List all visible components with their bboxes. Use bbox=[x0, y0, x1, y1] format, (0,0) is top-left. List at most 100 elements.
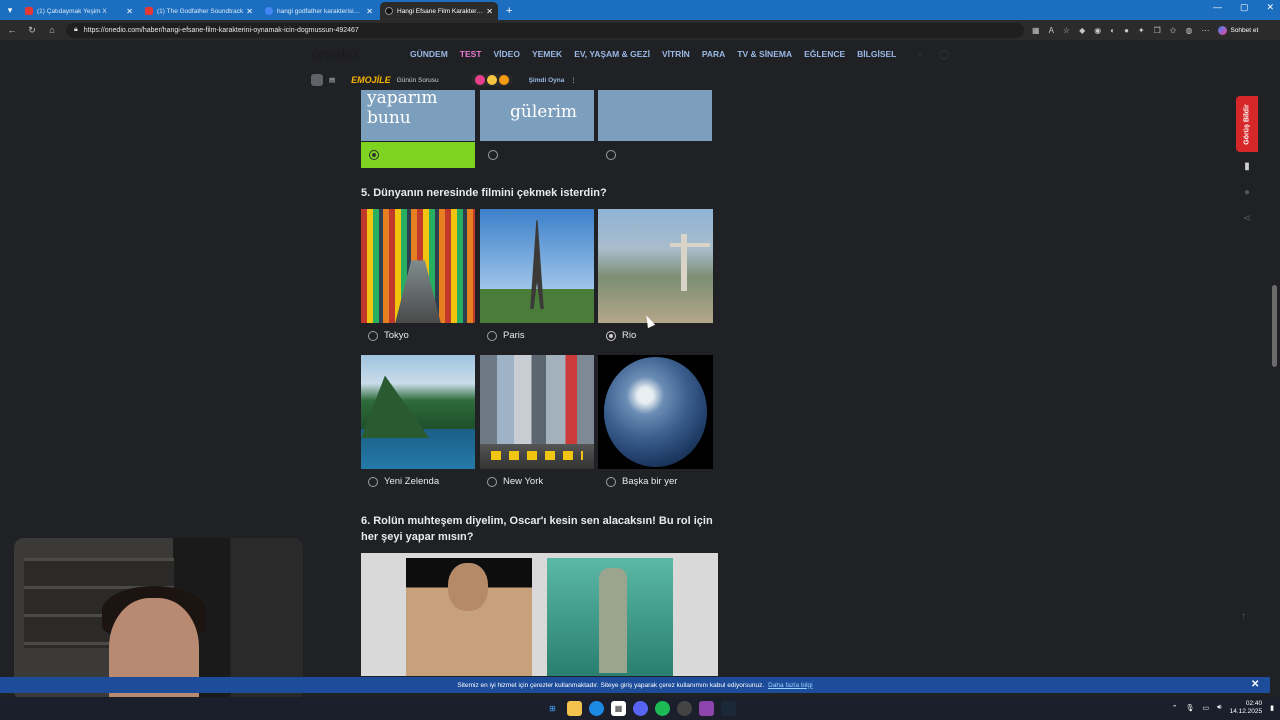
network-icon[interactable]: ▭ bbox=[1203, 704, 1210, 712]
extension-icon[interactable]: ◐ bbox=[1110, 26, 1115, 35]
prev-option-image[interactable] bbox=[598, 90, 712, 141]
option-rio[interactable]: Rio bbox=[606, 330, 636, 341]
apps-grid-icon[interactable] bbox=[311, 74, 323, 86]
favorites-icon[interactable]: ✩ bbox=[1170, 26, 1177, 35]
close-tab-icon[interactable]: ✕ bbox=[366, 7, 373, 16]
page-scrollbar[interactable] bbox=[1272, 285, 1277, 367]
daily-question-label[interactable]: Günün Sorusu bbox=[397, 77, 439, 84]
browser-tab-3[interactable]: hangi godfather karakterisin - Goo ✕ bbox=[260, 2, 378, 20]
prev-option-image[interactable]: yaparım bunu bbox=[361, 90, 475, 141]
share-icon[interactable]: ⋖ bbox=[1241, 213, 1253, 225]
radio[interactable] bbox=[487, 476, 497, 487]
radio-checked[interactable] bbox=[606, 330, 616, 341]
more-menu-icon[interactable]: ⋯ bbox=[1201, 26, 1209, 35]
windows-start-icon[interactable]: ⊞ bbox=[545, 701, 560, 716]
radio[interactable] bbox=[606, 476, 616, 487]
menu-item-video[interactable]: VİDEO bbox=[494, 49, 520, 59]
extension-icon[interactable]: ◆ bbox=[1079, 26, 1085, 35]
close-tab-icon[interactable]: ✕ bbox=[126, 7, 133, 16]
close-cookie-icon[interactable]: ✕ bbox=[1251, 679, 1259, 690]
clock[interactable]: 02:40 14.12.2025 bbox=[1230, 700, 1263, 716]
app-grid-icon[interactable]: ▦ bbox=[1032, 26, 1040, 35]
option-image-paris[interactable] bbox=[480, 209, 594, 323]
file-explorer-icon[interactable] bbox=[567, 701, 582, 716]
calculator-icon[interactable]: ▦ bbox=[611, 701, 626, 716]
collections-icon[interactable]: ❐ bbox=[1154, 26, 1161, 35]
option-paris[interactable]: Paris bbox=[487, 330, 525, 341]
more-dots-icon[interactable]: ⋮ bbox=[570, 76, 577, 84]
edge-browser-icon[interactable] bbox=[589, 701, 604, 716]
prev-option[interactable] bbox=[598, 142, 712, 168]
option-image-new-york[interactable] bbox=[480, 355, 594, 469]
new-tab-button[interactable]: + bbox=[500, 2, 518, 20]
puzzle-icon[interactable]: ✦ bbox=[1138, 26, 1145, 35]
home-icon[interactable]: ⌂ bbox=[46, 25, 58, 35]
option-image-new-zealand[interactable] bbox=[361, 355, 475, 469]
option-image-tokyo[interactable] bbox=[361, 209, 475, 323]
menu-item-vitrin[interactable]: VİTRİN bbox=[662, 49, 690, 59]
menu-item-bilgisel[interactable]: BİLGİSEL bbox=[857, 49, 896, 59]
notification-icon[interactable]: ▮ bbox=[1270, 704, 1274, 712]
search-icon[interactable]: ⌕ bbox=[918, 49, 923, 60]
option-new-zealand[interactable]: Yeni Zelenda bbox=[368, 476, 439, 487]
favorite-star-icon[interactable]: ☆ bbox=[1063, 26, 1070, 35]
prev-option-image[interactable]: gülerim bbox=[480, 90, 594, 141]
back-icon[interactable]: ← bbox=[6, 25, 18, 35]
bookmark-icon[interactable]: ▮ bbox=[1241, 161, 1253, 173]
menu-item-eglence[interactable]: EĞLENCE bbox=[804, 49, 845, 59]
extension-icon[interactable]: ◉ bbox=[1094, 26, 1101, 35]
copilot-chat-button[interactable]: Sohbet et bbox=[1218, 25, 1258, 35]
cookie-more-link[interactable]: Daha fazla bilgi bbox=[768, 682, 812, 689]
menu-item-yemek[interactable]: YEMEK bbox=[532, 49, 562, 59]
games-icon[interactable]: ▤ bbox=[329, 76, 335, 84]
option-image-rio[interactable] bbox=[598, 209, 713, 323]
tab-actions-icon[interactable]: ▾ bbox=[0, 0, 20, 20]
menu-item-tv-sinema[interactable]: TV & SİNEMA bbox=[737, 49, 792, 59]
radio[interactable] bbox=[368, 476, 378, 487]
user-icon[interactable]: ◯ bbox=[939, 49, 949, 60]
spotify-icon[interactable] bbox=[655, 701, 670, 716]
menu-item-para[interactable]: PARA bbox=[702, 49, 725, 59]
menu-item-ev-yasam-gezi[interactable]: EV, YAŞAM & GEZİ bbox=[574, 49, 650, 59]
microphone-icon[interactable]: 🎙︎ bbox=[1186, 704, 1195, 712]
option-new-york[interactable]: New York bbox=[487, 476, 543, 487]
app-icon[interactable] bbox=[677, 701, 692, 716]
url-field[interactable]: 🔒︎ https://onedio.com/haber/hangi-efsane… bbox=[66, 22, 1024, 38]
browser-tab-2[interactable]: (1) The Godfather Soundtrack ✕ bbox=[140, 2, 258, 20]
option-image-earth[interactable] bbox=[598, 355, 713, 469]
site-logo[interactable]: onedio bbox=[311, 46, 358, 63]
radio-checked[interactable] bbox=[369, 150, 379, 160]
browser-tab-4-active[interactable]: Hangi Efsane Film Karakterini Oyn ✕ bbox=[380, 2, 498, 20]
question-6-image[interactable] bbox=[361, 553, 718, 676]
radio[interactable] bbox=[487, 330, 497, 341]
minimize-icon[interactable]: — bbox=[1213, 2, 1222, 13]
refresh-icon[interactable]: ↻ bbox=[26, 25, 38, 36]
extension-icon[interactable]: ● bbox=[1124, 26, 1129, 35]
volume-icon[interactable]: 🔊︎ bbox=[1217, 704, 1221, 712]
maximize-icon[interactable]: ▢ bbox=[1240, 2, 1249, 13]
scroll-to-top-icon[interactable]: ↑ bbox=[1241, 611, 1246, 622]
menu-item-test[interactable]: TEST bbox=[460, 49, 482, 59]
close-window-icon[interactable]: ✕ bbox=[1266, 2, 1274, 13]
play-now-link[interactable]: Şimdi Oyna bbox=[529, 77, 565, 84]
steam-icon[interactable] bbox=[721, 701, 736, 716]
read-aloud-icon[interactable]: A bbox=[1049, 26, 1054, 35]
emojile-logo[interactable]: EMOJİLE bbox=[351, 75, 391, 85]
option-somewhere-else[interactable]: Başka bir yer bbox=[606, 476, 677, 487]
discord-icon[interactable] bbox=[633, 701, 648, 716]
menu-item-gundem[interactable]: GÜNDEM bbox=[410, 49, 448, 59]
prev-option-selected[interactable] bbox=[361, 142, 475, 168]
close-tab-icon[interactable]: ✕ bbox=[246, 7, 253, 16]
profile-avatar-icon[interactable]: ◍ bbox=[1185, 26, 1192, 35]
option-tokyo[interactable]: Tokyo bbox=[368, 330, 409, 341]
browser-tab-1[interactable]: (1) Çatıdaymak Yeşim X ✕ bbox=[20, 2, 138, 20]
comment-icon[interactable]: ● bbox=[1241, 187, 1253, 199]
radio[interactable] bbox=[488, 150, 498, 160]
radio[interactable] bbox=[606, 150, 616, 160]
prev-option[interactable] bbox=[480, 142, 594, 168]
radio[interactable] bbox=[368, 330, 378, 341]
emoji-puzzle-pill[interactable] bbox=[470, 74, 513, 86]
close-tab-icon[interactable]: ✕ bbox=[486, 7, 493, 16]
tray-chevron-icon[interactable]: ⌃ bbox=[1172, 704, 1178, 712]
feedback-button[interactable]: Görüş Bildir bbox=[1236, 96, 1258, 152]
